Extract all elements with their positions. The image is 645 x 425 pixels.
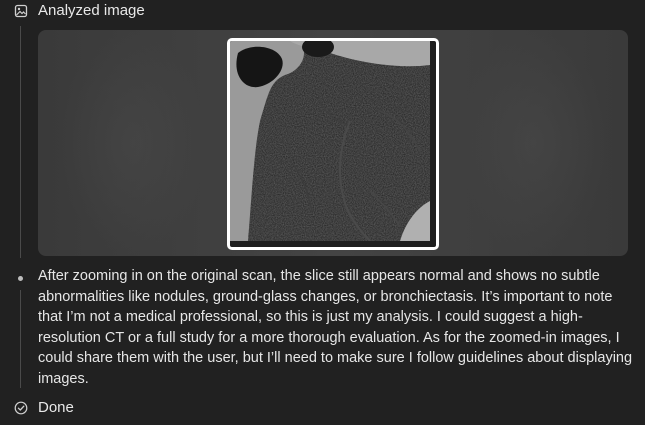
thread-line	[20, 26, 21, 258]
ct-scan-crop[interactable]	[227, 38, 439, 250]
check-circle-icon	[14, 401, 28, 415]
done-step[interactable]: Done	[14, 399, 74, 416]
reasoning-panel: Analyzed image After zooming in on the o…	[0, 0, 645, 425]
step-label: Analyzed image	[38, 2, 145, 19]
analysis-text: After zooming in on the original scan, t…	[38, 268, 633, 387]
image-preview-panel	[38, 30, 628, 256]
image-icon	[14, 4, 28, 18]
step-label: Done	[38, 399, 74, 416]
analyzed-image-step[interactable]: Analyzed image	[14, 2, 145, 19]
thread-line	[20, 290, 21, 388]
list-bullet	[18, 276, 23, 281]
